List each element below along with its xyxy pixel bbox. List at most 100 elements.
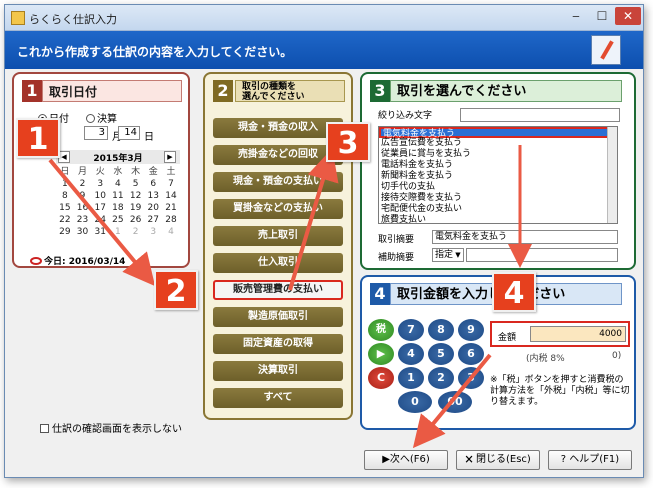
calendar-day[interactable]: 28 [162,214,180,226]
close-button[interactable]: 🗙 閉じる(Esc) [456,450,540,470]
calendar-day[interactable]: 1 [56,178,74,190]
key-00[interactable]: 00 [438,391,472,413]
key-9[interactable]: 9 [458,319,484,341]
category-button[interactable]: 買掛金などの支払い [213,199,343,219]
calendar-day[interactable]: 5 [127,178,145,190]
category-button[interactable]: 製造原価取引 [213,307,343,327]
calendar-day[interactable]: 4 [109,178,127,190]
next-month-icon[interactable]: ▶ [164,151,176,163]
calendar-day[interactable]: 29 [56,226,74,238]
list-item[interactable]: 宅配便代金の支払い [379,204,617,215]
calendar-day[interactable]: 12 [127,190,145,202]
calendar-day[interactable]: 9 [74,190,92,202]
confirm-checkbox[interactable]: 仕訳の確認画面を表示しない [40,420,182,435]
calendar-day[interactable]: 3 [91,178,109,190]
calendar-day[interactable]: 7 [162,178,180,190]
category-button[interactable]: 現金・預金の支払い [213,172,343,192]
calendar-day[interactable]: 18 [109,202,127,214]
calendar-day[interactable]: 1 [109,226,127,238]
calendar-day[interactable]: 14 [162,190,180,202]
window-title: らくらく仕訳入力 [29,13,117,26]
tax-key[interactable]: 税 [368,319,394,341]
calendar-day[interactable]: 17 [91,202,109,214]
calendar-day[interactable]: 25 [109,214,127,226]
category-button[interactable]: 現金・預金の収入 [213,118,343,138]
calendar-day[interactable]: 2 [74,178,92,190]
today-link[interactable]: 今日: 2016/03/14 [30,254,125,267]
close-icon[interactable]: ✕ [615,7,641,25]
calendar-day[interactable]: 27 [144,214,162,226]
list-item[interactable]: 旅費支払い [379,215,617,223]
calendar-day[interactable]: 3 [144,226,162,238]
month-input[interactable]: 3 [84,126,108,140]
calendar-day[interactable]: 19 [127,202,145,214]
step-number: 2 [213,80,233,102]
calendar-day[interactable]: 4 [162,226,180,238]
key-3[interactable]: 3 [458,367,484,389]
key-0[interactable]: 0 [398,391,432,413]
maximize-icon[interactable]: ☐ [589,7,615,25]
filter-input[interactable] [460,108,620,122]
calendar-day[interactable]: 11 [109,190,127,202]
supplement-field[interactable] [466,248,618,262]
panel-title: 取引を選んでください [390,80,622,102]
radio-settlement[interactable]: 決算 [86,110,117,125]
key-8[interactable]: 8 [428,319,454,341]
calendar-day[interactable]: 6 [144,178,162,190]
memo-field[interactable]: 電気料金を支払う [432,230,618,244]
calendar-day[interactable]: 24 [91,214,109,226]
category-button[interactable]: 決算取引 [213,361,343,381]
next-button[interactable]: ▶次へ(F6) [364,450,448,470]
list-scrollbar[interactable] [607,127,617,223]
transaction-list[interactable]: 電気料金を支払う 広告宣伝費を支払う 従業員に賞与を支払う 電話料金を支払う 新聞料金を… [378,126,618,224]
calendar-weekday-row: 日月火水木金土 [56,166,180,178]
key-2[interactable]: 2 [428,367,454,389]
calendar-day[interactable]: 10 [91,190,109,202]
key-7[interactable]: 7 [398,319,424,341]
calendar-day[interactable]: 16 [74,202,92,214]
list-item[interactable]: 広告宣伝費を支払う [379,138,617,149]
calendar-day[interactable]: 26 [127,214,145,226]
calendar-day[interactable]: 23 [74,214,92,226]
supplement-select[interactable]: 指定 ▼ [432,248,464,262]
step-number: 4 [370,283,390,305]
list-item[interactable]: 切手代の支払 [379,182,617,193]
key-1[interactable]: 1 [398,367,424,389]
app-icon [11,11,25,25]
category-button[interactable]: すべて [213,388,343,408]
help-button[interactable]: ? ヘルプ(F1) [548,450,632,470]
panel-select-transaction: 3 取引を選んでください 絞り込み文字 電気料金を支払う 広告宣伝費を支払う 従業員… [360,72,636,270]
key-6[interactable]: 6 [458,343,484,365]
list-item[interactable]: 新聞料金を支払う [379,171,617,182]
category-button[interactable]: 仕入取引 [213,253,343,273]
minimize-icon[interactable]: ‒ [563,7,589,25]
calendar-day[interactable]: 20 [144,202,162,214]
calendar-day[interactable]: 13 [144,190,162,202]
clear-key[interactable]: C [368,367,394,389]
category-button[interactable]: 販売管理費の支払い [213,280,343,300]
amount-label: 金額 [498,333,517,343]
calendar-day[interactable]: 22 [56,214,74,226]
calendar-weekday: 土 [166,167,176,177]
list-item[interactable]: 接待交際費を支払う [379,193,617,204]
list-item[interactable]: 従業員に賞与を支払う [379,149,617,160]
category-button[interactable]: 売上取引 [213,226,343,246]
calendar-weekday: 火 [95,167,105,177]
category-button[interactable]: 固定資産の取得 [213,334,343,354]
key-4[interactable]: 4 [398,343,424,365]
category-button[interactable]: 売掛金などの回収 [213,145,343,165]
list-item[interactable]: 電気料金を支払う [379,127,617,139]
calendar-day[interactable]: 30 [74,226,92,238]
calendar-header: ◀ 2015年3月 ▶ [56,150,180,164]
list-item[interactable]: 電話料金を支払う [379,160,617,171]
day-input[interactable]: 14 [118,126,140,140]
tax-label: (内税 8% [526,354,565,364]
enter-arrow-icon[interactable]: ▶ [368,343,394,365]
calendar-day[interactable]: 8 [56,190,74,202]
amount-input[interactable]: 4000 [530,326,626,342]
key-5[interactable]: 5 [428,343,454,365]
calendar-day[interactable]: 15 [56,202,74,214]
calendar-day[interactable]: 21 [162,202,180,214]
calendar-day[interactable]: 2 [127,226,145,238]
calendar-day[interactable]: 31 [91,226,109,238]
